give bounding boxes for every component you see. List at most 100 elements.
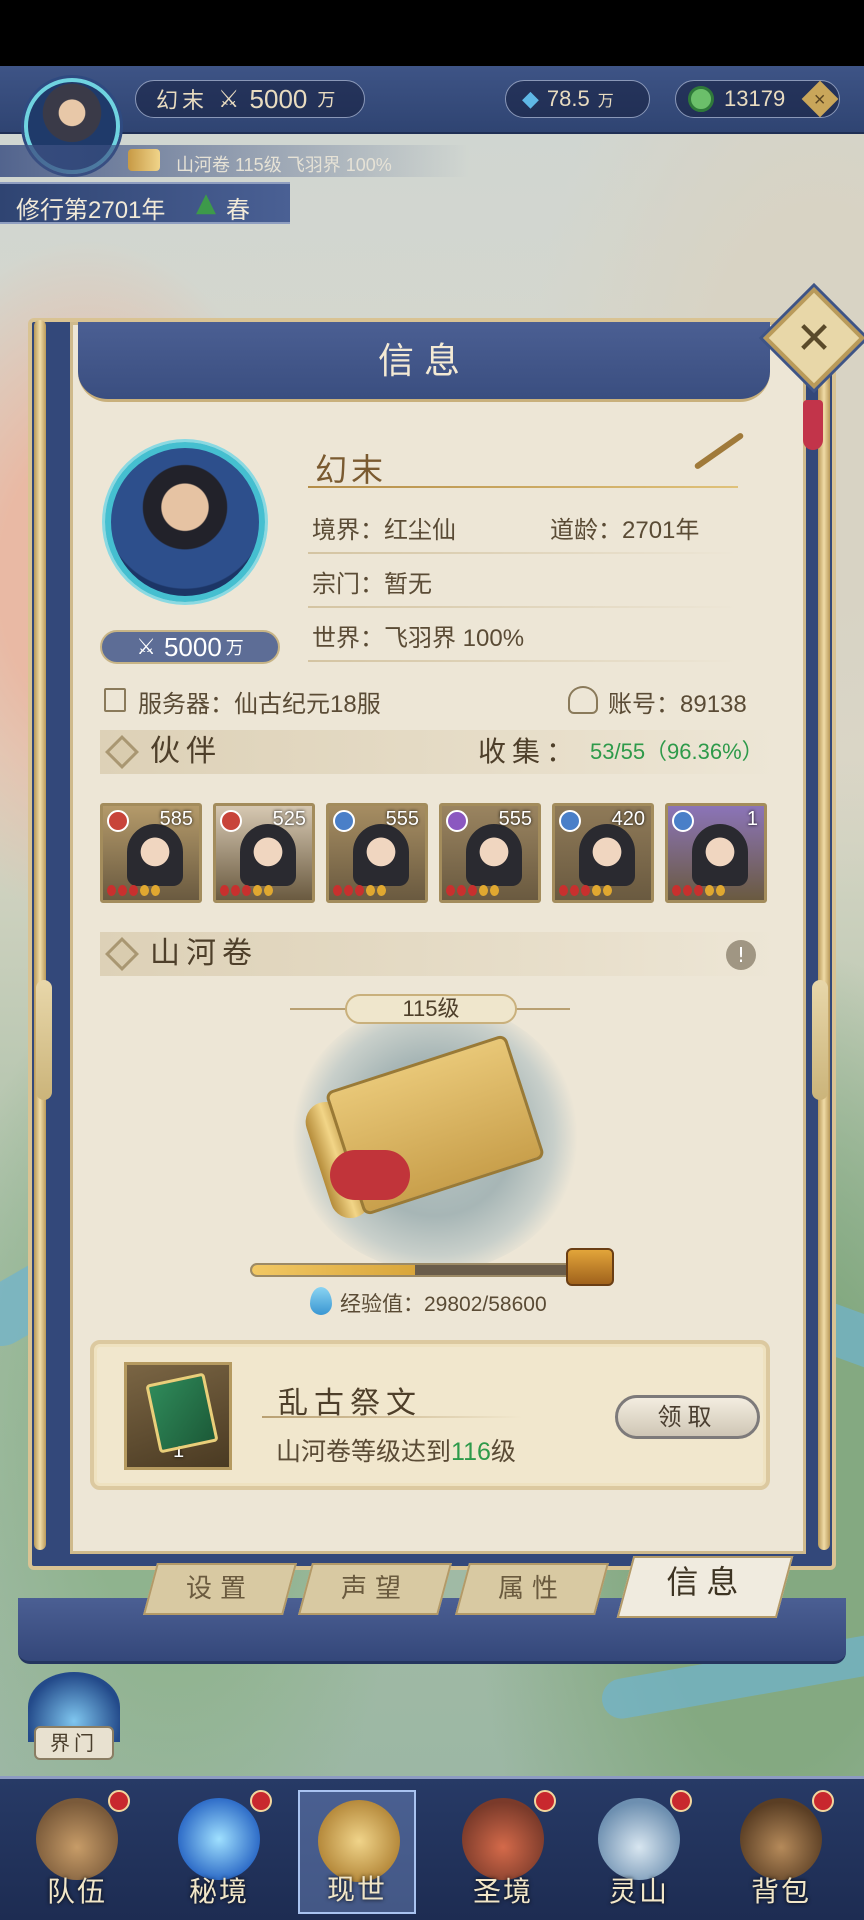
partner-level: 525 <box>272 808 306 830</box>
notification-dot-icon <box>534 1790 556 1812</box>
spirit-stone-value: 78.5 <box>546 86 590 111</box>
partner-level: 1 <box>746 808 758 830</box>
nav-secret-realm[interactable]: 秘境 <box>160 1790 278 1914</box>
star-rating-icon <box>446 885 499 896</box>
profile-power-unit: 万 <box>225 638 244 658</box>
nav-team-label: 队伍 <box>46 1875 107 1908</box>
tab-reputation-label: 声望 <box>340 1574 409 1604</box>
xp-progress-fill <box>252 1265 416 1275</box>
partner-level: 420 <box>611 808 645 830</box>
star-rating-icon <box>107 885 160 896</box>
reward-desc: 山河卷等级达到116级 <box>276 1432 516 1468</box>
panel-title: 信息 <box>377 341 470 382</box>
left-tassel <box>36 980 52 1100</box>
claim-button[interactable]: 领取 <box>615 1395 760 1439</box>
tree-icon: ▲ <box>196 188 216 218</box>
nav-team[interactable]: 队伍 <box>18 1790 136 1914</box>
partner-portrait <box>240 824 296 886</box>
tab-settings-label: 设置 <box>185 1574 254 1604</box>
age-label: 道龄：2701年 <box>550 517 700 544</box>
partners-section-header: 伙伴 收集： 53/55（96.36%） <box>100 730 780 774</box>
treasure-chest-icon[interactable] <box>566 1248 614 1286</box>
notification-dot-icon <box>108 1790 130 1812</box>
element-icon <box>559 810 581 832</box>
profile-avatar <box>105 442 265 602</box>
partner-portrait <box>353 824 409 886</box>
panel-header: 信息 <box>78 322 770 402</box>
holy-realm-icon <box>462 1798 544 1880</box>
element-icon <box>446 810 468 832</box>
jade-pill[interactable]: 13179 + <box>675 80 840 118</box>
tab-settings[interactable]: 设置 <box>143 1563 297 1615</box>
partner-card[interactable]: 1 <box>665 803 767 903</box>
partner-portrait <box>466 824 522 886</box>
jade-icon <box>688 86 714 112</box>
partner-card[interactable]: 420 <box>552 803 654 903</box>
partner-card[interactable]: 555 <box>326 803 428 903</box>
spirit-mountain-icon <box>598 1798 680 1880</box>
reward-title-underline <box>262 1416 522 1418</box>
nav-backpack[interactable]: 背包 <box>722 1790 840 1914</box>
team-icon <box>36 1798 118 1880</box>
scroll-status-bar: 山河卷 115级 飞羽界 100% <box>0 145 470 177</box>
nav-holy-realm-label: 圣境 <box>472 1875 533 1908</box>
element-icon <box>672 810 694 832</box>
notification-dot-icon <box>250 1790 272 1812</box>
right-tassel <box>812 980 828 1100</box>
star-rating-icon <box>220 885 273 896</box>
scroll-status-text: 山河卷 115级 飞羽界 100% <box>176 155 392 175</box>
nav-spirit-mountain-label: 灵山 <box>608 1875 669 1908</box>
element-icon <box>220 810 242 832</box>
partner-portrait <box>692 824 748 886</box>
scroll-tassel-icon <box>330 1150 410 1200</box>
scroll-level-tag: 115级 <box>345 994 517 1024</box>
partners-title: 伙伴 <box>150 734 222 769</box>
collect-value: 53/55（96.36%） <box>590 739 764 764</box>
spirit-stone-unit: 万 <box>597 91 614 110</box>
divider <box>308 660 738 662</box>
realm-label: 境界：红尘仙 <box>312 517 456 544</box>
element-icon <box>107 810 129 832</box>
mountain-scroll-section-header: 山河卷 <box>100 932 780 976</box>
jade-plus-button[interactable]: + <box>801 80 839 118</box>
tab-info-label: 信息 <box>666 1563 747 1601</box>
info-button[interactable]: ! <box>726 940 756 970</box>
nav-present-world-label: 现世 <box>326 1873 387 1906</box>
xp-label: 经验值：29802/58600 <box>340 1293 547 1316</box>
partner-level: 555 <box>498 808 532 830</box>
divider <box>308 552 738 554</box>
nav-holy-realm[interactable]: 圣境 <box>444 1790 562 1914</box>
collect-label: 收集： <box>478 735 581 768</box>
account-label: 账号：89138 <box>608 691 747 718</box>
close-icon: ✕ <box>795 312 833 364</box>
tab-attributes[interactable]: 属性 <box>455 1563 609 1615</box>
star-rating-icon <box>672 885 725 896</box>
game-screen: 幻末 ⚔ 5000 万 ◆ 78.5 万 13179 + 山河卷 115级 飞羽… <box>0 0 864 1920</box>
left-rod <box>34 320 46 1550</box>
server-icon <box>104 688 126 712</box>
partner-card[interactable]: 525 <box>213 803 315 903</box>
player-name-pill[interactable]: 幻末 ⚔ 5000 万 <box>135 80 365 118</box>
tab-attributes-label: 属性 <box>497 1574 566 1604</box>
jade-value: 13179 <box>724 86 786 111</box>
partner-card[interactable]: 555 <box>439 803 541 903</box>
spirit-stone-pill[interactable]: ◆ 78.5 万 <box>505 80 650 118</box>
season-label: 春 <box>226 197 250 224</box>
partner-portrait <box>579 824 635 886</box>
nav-spirit-mountain[interactable]: 灵山 <box>580 1790 698 1914</box>
spirit-stone-icon: ◆ <box>522 86 539 112</box>
tab-info[interactable]: 信息 <box>616 1556 794 1618</box>
partner-level: 585 <box>159 808 193 830</box>
partner-level: 555 <box>385 808 419 830</box>
tab-reputation[interactable]: 声望 <box>298 1563 452 1615</box>
element-icon <box>333 810 355 832</box>
world-gate-button[interactable]: 界门 <box>28 1672 120 1768</box>
reward-desc-level: 116 <box>451 1438 491 1466</box>
diamond-icon <box>105 937 139 971</box>
nav-present-world[interactable]: 现世 <box>298 1790 416 1914</box>
partner-card[interactable]: 585 <box>100 803 202 903</box>
power-icon: ⚔ <box>218 85 240 113</box>
right-rod <box>818 320 830 1550</box>
player-name: 幻末 <box>156 89 209 114</box>
red-tassel-icon <box>803 400 823 450</box>
